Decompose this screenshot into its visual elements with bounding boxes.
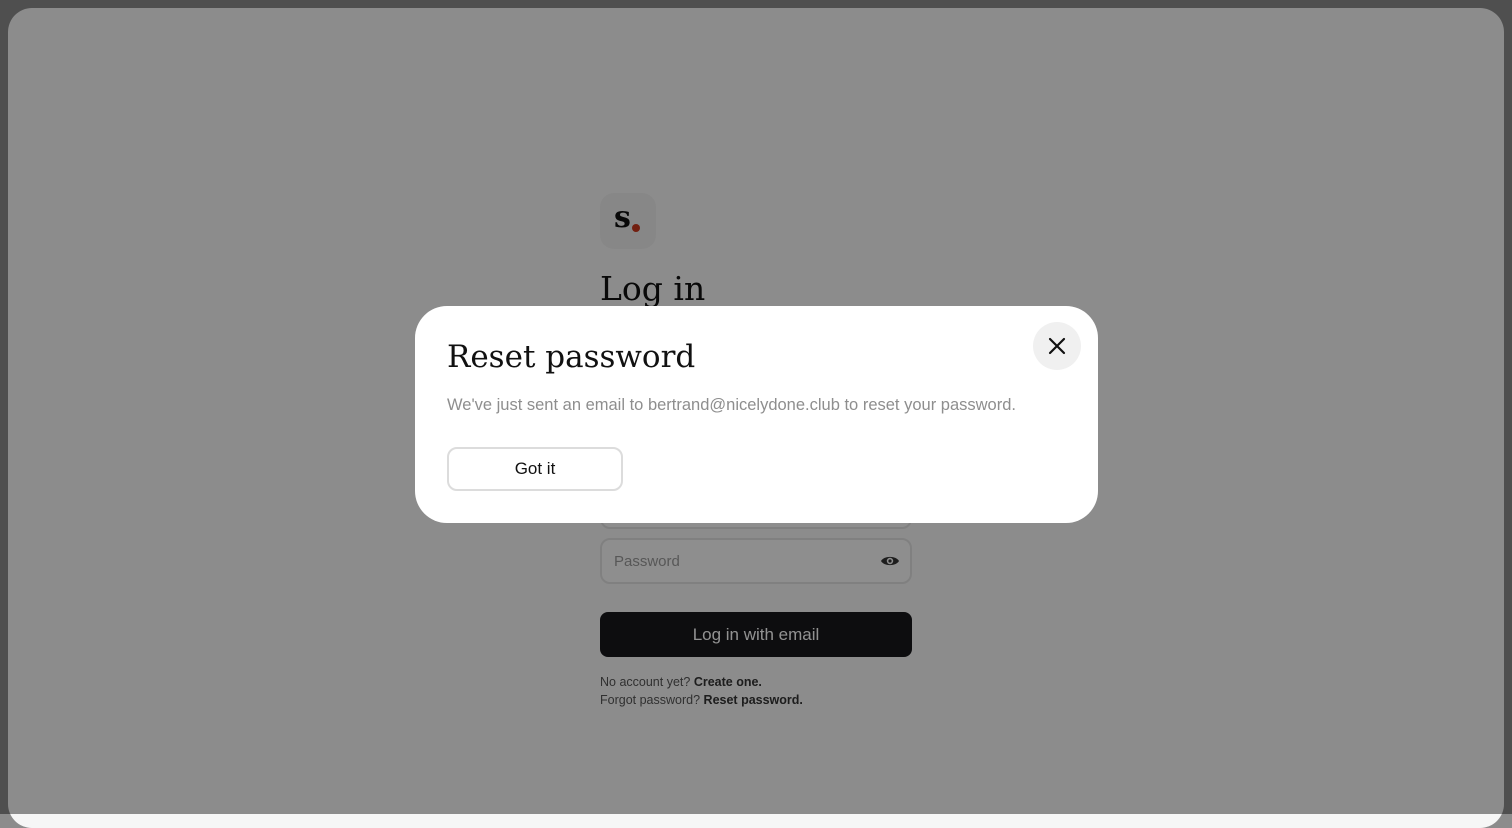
reset-password-dialog: Reset password We've just sent an email … <box>415 306 1098 523</box>
close-dialog-button[interactable] <box>1033 322 1081 370</box>
close-icon <box>1048 337 1066 355</box>
dialog-title: Reset password <box>447 339 696 375</box>
got-it-button[interactable]: Got it <box>447 447 623 491</box>
dialog-message: We've just sent an email to bertrand@nic… <box>447 396 1016 414</box>
